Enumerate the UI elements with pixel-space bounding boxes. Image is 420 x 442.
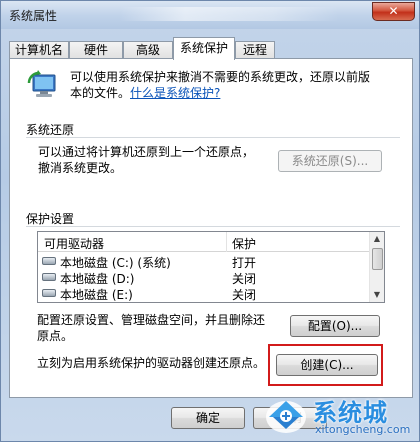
group-divider bbox=[26, 226, 400, 227]
drive-list-scrollbar[interactable]: ▲ ▼ bbox=[369, 232, 384, 302]
tab-strip: 计算机名 硬件 高级 系统保护 远程 bbox=[9, 37, 413, 60]
column-header-protection[interactable]: 保护 bbox=[232, 235, 256, 252]
column-separator bbox=[226, 232, 227, 252]
group-divider bbox=[26, 137, 400, 138]
title-blur-region bbox=[119, 7, 339, 21]
scroll-up-icon[interactable]: ▲ bbox=[370, 232, 384, 246]
drive-name: 本地磁盘 (E:) bbox=[60, 288, 133, 302]
system-restore-group-title: 系统还原 bbox=[26, 123, 75, 137]
highlight-box bbox=[268, 344, 383, 386]
drive-row[interactable]: 本地磁盘 (E:) 关闭 bbox=[38, 285, 371, 302]
scroll-thumb[interactable] bbox=[372, 248, 383, 270]
drive-icon bbox=[42, 289, 56, 297]
ok-button[interactable]: 确定 bbox=[171, 407, 245, 429]
tab-computer-name[interactable]: 计算机名 bbox=[9, 41, 69, 59]
title-bar: 系统属性 ✕ bbox=[1, 1, 419, 29]
protection-settings-group-title: 保护设置 bbox=[26, 212, 75, 226]
tab-remote[interactable]: 远程 bbox=[235, 41, 275, 59]
restore-desc-line-2: 撤消系统更改。 bbox=[38, 161, 123, 175]
intro-line-2: 本的文件。 bbox=[70, 86, 131, 100]
close-button[interactable]: ✕ bbox=[372, 2, 415, 21]
window-title: 系统属性 bbox=[9, 9, 58, 23]
scroll-down-icon[interactable]: ▼ bbox=[370, 288, 384, 302]
system-properties-window: 系统属性 ✕ 计算机名 硬件 高级 系统保护 远程 可以使用系统保护来撤消不需要… bbox=[0, 0, 420, 442]
create-description: 立刻为启用系统保护的驱动器创建还原点。 bbox=[37, 356, 266, 370]
watermark-url: xitongcheng.com bbox=[315, 423, 411, 436]
configure-button[interactable]: 配置(O)... bbox=[290, 315, 380, 337]
drive-row[interactable]: 本地磁盘 (C:) (系统) 打开 bbox=[38, 253, 371, 270]
drive-icon bbox=[42, 257, 56, 265]
shield-computer-icon bbox=[27, 70, 56, 97]
drive-list[interactable]: 可用驱动器 保护 本地磁盘 (C:) (系统) 打开 本地磁盘 (D:) 关闭 … bbox=[37, 231, 385, 303]
configure-desc-line-2: 原点。 bbox=[37, 329, 74, 343]
configure-desc-line-1: 配置还原设置、管理磁盘空间，并且删除还 bbox=[37, 313, 266, 327]
drive-icon bbox=[42, 273, 56, 281]
intro-text: 可以使用系统保护来撤消不需要的系统更改，还原以前版 本的文件。什么是系统保护? bbox=[70, 69, 400, 101]
what-is-system-protection-link[interactable]: 什么是系统保护? bbox=[130, 86, 220, 100]
restore-desc-line-1: 可以通过将计算机还原到上一个还原点， bbox=[38, 145, 255, 159]
intro-line-1: 可以使用系统保护来撤消不需要的系统更改，还原以前版 bbox=[70, 70, 371, 84]
drive-row[interactable]: 本地磁盘 (D:) 关闭 bbox=[38, 269, 371, 286]
watermark-logo-icon bbox=[266, 401, 306, 433]
restore-description: 可以通过将计算机还原到上一个还原点， 撤消系统更改。 bbox=[38, 144, 278, 176]
tab-hardware[interactable]: 硬件 bbox=[69, 41, 123, 59]
drive-list-header: 可用驱动器 保护 bbox=[38, 232, 371, 252]
configure-description: 配置还原设置、管理磁盘空间，并且删除还 原点。 bbox=[37, 312, 281, 344]
watermark: 系统城 xitongcheng.com bbox=[263, 393, 420, 442]
drive-protection-status: 关闭 bbox=[232, 288, 257, 302]
tab-system-protection[interactable]: 系统保护 bbox=[173, 37, 235, 60]
column-header-drive[interactable]: 可用驱动器 bbox=[44, 235, 104, 252]
system-restore-button[interactable]: 系统还原(S)... bbox=[278, 150, 382, 172]
tab-advanced[interactable]: 高级 bbox=[123, 41, 173, 59]
